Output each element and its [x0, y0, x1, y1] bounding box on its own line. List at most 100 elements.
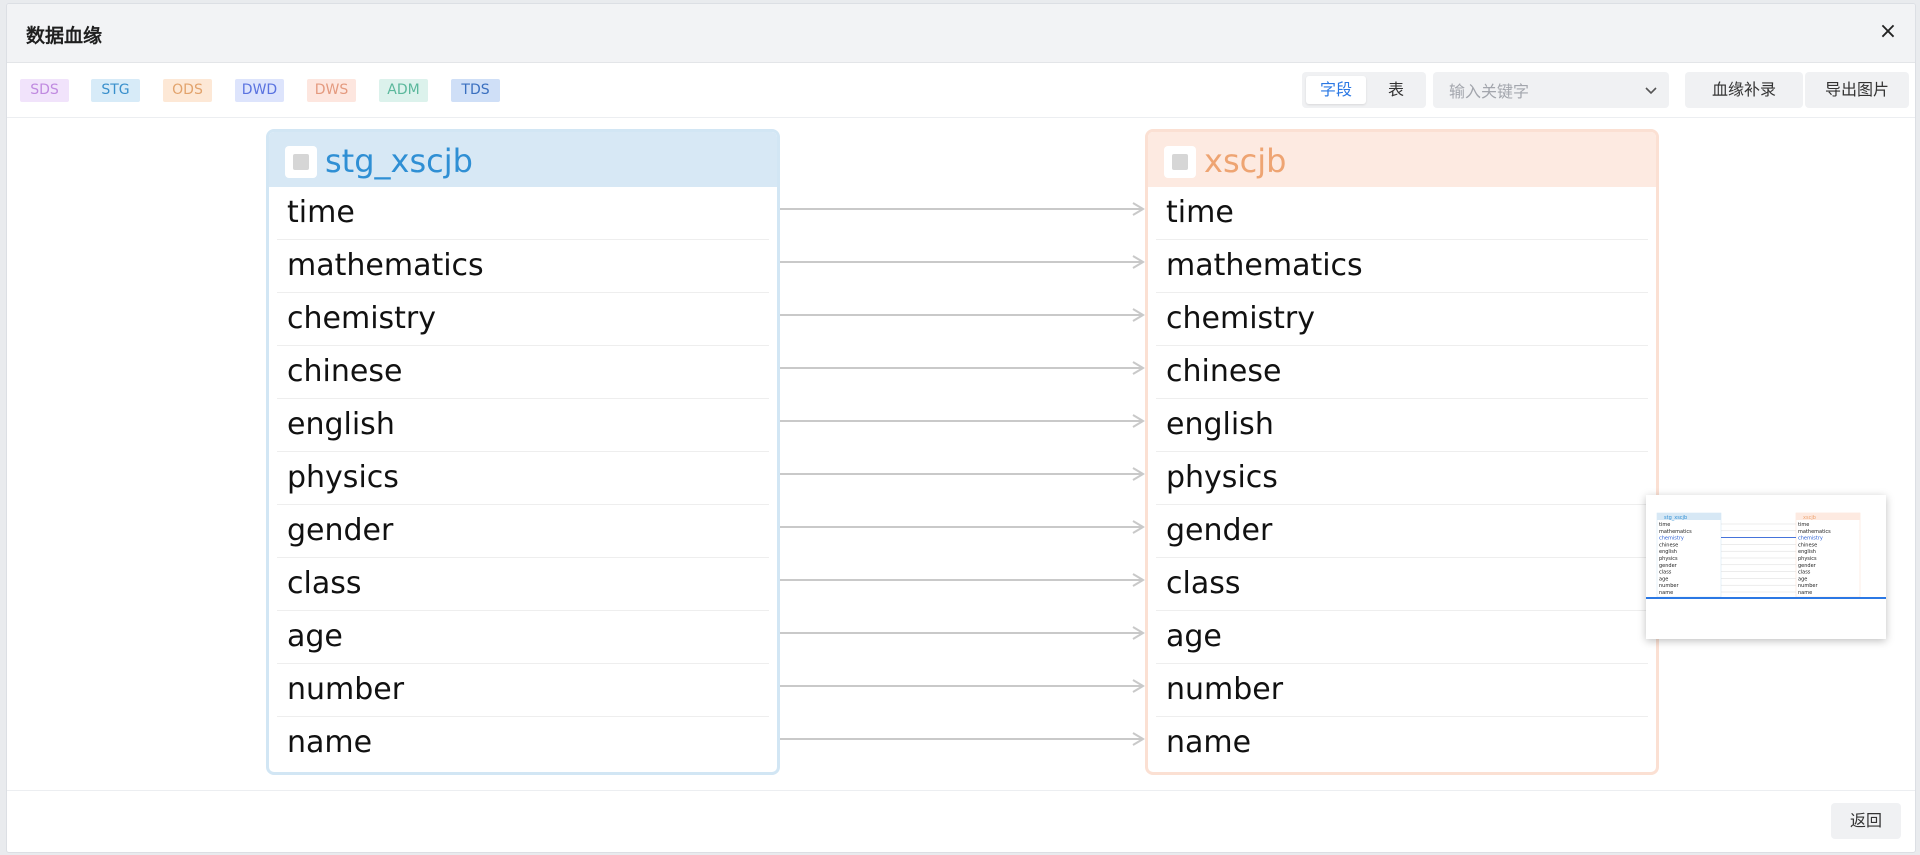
lineage-dialog: 数据血缘 × SDS STG ODS DWD DWS ADM TDS 字段 表 …: [6, 3, 1916, 853]
source-field-row[interactable]: chinese: [277, 346, 769, 399]
minimap-target-name: xscjb: [1803, 515, 1816, 521]
keyword-input[interactable]: [1447, 78, 1631, 104]
source-field-label: name: [287, 725, 373, 760]
target-field-label: time: [1166, 195, 1234, 230]
minimap-source-field: number: [1659, 583, 1679, 589]
source-field-label: class: [287, 566, 362, 601]
view-mode-toggle: 字段 表: [1302, 72, 1426, 108]
target-field-row[interactable]: mathematics: [1156, 240, 1648, 293]
close-icon[interactable]: ×: [1877, 21, 1899, 43]
minimap-source-field: age: [1659, 576, 1668, 582]
target-table-checkbox[interactable]: [1164, 146, 1196, 178]
target-field-row[interactable]: time: [1156, 187, 1648, 240]
minimap-target-field: number: [1798, 583, 1818, 589]
target-field-label: chemistry: [1166, 301, 1316, 336]
source-field-list: time mathematics chemistry chinese english ph…: [269, 187, 777, 769]
minimap-target-field: physics: [1798, 556, 1817, 562]
source-field-label: mathematics: [287, 248, 484, 283]
minimap-source-field: name: [1659, 590, 1673, 596]
minimap[interactable]: stg_xscjb xscjb time time mathematics mathema…: [1646, 495, 1886, 639]
minimap-source-field: time: [1659, 522, 1670, 528]
source-field-label: chinese: [287, 354, 403, 389]
target-field-row[interactable]: class: [1156, 558, 1648, 611]
source-field-row[interactable]: mathematics: [277, 240, 769, 293]
layer-tag-ods[interactable]: ODS: [163, 79, 212, 102]
back-button[interactable]: 返回: [1831, 803, 1901, 839]
target-field-label: age: [1166, 619, 1222, 654]
source-table-checkbox[interactable]: [285, 146, 317, 178]
source-field-row[interactable]: age: [277, 611, 769, 664]
source-table-name: stg_xscjb: [325, 142, 473, 180]
target-field-label: english: [1166, 407, 1274, 442]
minimap-target-field: gender: [1798, 563, 1817, 569]
minimap-target-field: chinese: [1798, 542, 1817, 548]
target-field-row[interactable]: english: [1156, 399, 1648, 452]
minimap-target-field: age: [1798, 576, 1807, 582]
minimap-target-field: english: [1798, 549, 1816, 555]
target-field-row[interactable]: physics: [1156, 452, 1648, 505]
minimap-source-field: chinese: [1659, 542, 1678, 548]
target-field-row[interactable]: age: [1156, 611, 1648, 664]
target-field-label: physics: [1166, 460, 1278, 495]
dialog-header: 数据血缘 ×: [7, 4, 1915, 63]
source-field-row[interactable]: chemistry: [277, 293, 769, 346]
source-field-label: english: [287, 407, 395, 442]
minimap-target-field: name: [1798, 590, 1812, 596]
target-table-header: xscjb: [1148, 132, 1656, 187]
target-field-label: chinese: [1166, 354, 1282, 389]
minimap-target-field: time: [1798, 522, 1809, 528]
source-field-label: time: [287, 195, 355, 230]
target-field-list: time mathematics chemistry chinese english ph…: [1148, 187, 1656, 769]
source-field-row[interactable]: time: [277, 187, 769, 240]
source-field-row[interactable]: number: [277, 664, 769, 717]
minimap-source-field: gender: [1659, 563, 1678, 569]
lineage-canvas[interactable]: stg_xscjb time mathematics chemistry chines…: [7, 118, 1915, 790]
minimap-source-name: stg_xscjb: [1664, 515, 1687, 521]
dialog-footer: 返回: [7, 790, 1915, 852]
layer-tag-adm[interactable]: ADM: [379, 79, 428, 102]
minimap-target-field: chemistry: [1798, 536, 1823, 542]
target-field-row[interactable]: chemistry: [1156, 293, 1648, 346]
export-image-button[interactable]: 导出图片: [1805, 72, 1909, 108]
target-field-label: gender: [1166, 513, 1273, 548]
keyword-select[interactable]: [1433, 72, 1669, 108]
layer-tag-stg[interactable]: STG: [91, 79, 140, 102]
minimap-viewport-indicator: [1646, 597, 1886, 599]
minimap-target-field: class: [1798, 570, 1811, 576]
target-field-label: name: [1166, 725, 1252, 760]
minimap-source-field: class: [1659, 570, 1672, 576]
minimap-target-field: mathematics: [1798, 529, 1831, 535]
lineage-supplement-button[interactable]: 血缘补录: [1685, 72, 1803, 108]
target-field-row[interactable]: gender: [1156, 505, 1648, 558]
target-field-row[interactable]: name: [1156, 717, 1648, 769]
dialog-title: 数据血缘: [26, 25, 103, 47]
source-field-row[interactable]: name: [277, 717, 769, 769]
source-table-node[interactable]: stg_xscjb time mathematics chemistry chines…: [266, 129, 780, 775]
target-field-label: number: [1166, 672, 1284, 707]
toolbar: SDS STG ODS DWD DWS ADM TDS 字段 表 血缘补录 导出…: [7, 63, 1915, 118]
target-field-row[interactable]: number: [1156, 664, 1648, 717]
source-field-row[interactable]: physics: [277, 452, 769, 505]
source-field-label: age: [287, 619, 343, 654]
source-field-label: chemistry: [287, 301, 437, 336]
chevron-down-icon[interactable]: [1643, 82, 1659, 98]
source-field-row[interactable]: english: [277, 399, 769, 452]
target-field-label: mathematics: [1166, 248, 1363, 283]
mode-field-button[interactable]: 字段: [1306, 76, 1366, 104]
layer-tag-dws[interactable]: DWS: [307, 79, 356, 102]
target-field-label: class: [1166, 566, 1241, 601]
source-field-label: number: [287, 672, 405, 707]
minimap-source-field: chemistry: [1659, 536, 1684, 542]
source-field-row[interactable]: class: [277, 558, 769, 611]
target-field-row[interactable]: chinese: [1156, 346, 1648, 399]
mode-table-button[interactable]: 表: [1372, 76, 1420, 104]
layer-tag-dwd[interactable]: DWD: [235, 79, 284, 102]
minimap-source-field: mathematics: [1659, 529, 1692, 535]
minimap-preview: stg_xscjb xscjbtime timemathematics mathema…: [1646, 512, 1886, 599]
source-field-label: physics: [287, 460, 399, 495]
layer-tag-sds[interactable]: SDS: [20, 79, 69, 102]
source-field-row[interactable]: gender: [277, 505, 769, 558]
layer-tag-tds[interactable]: TDS: [451, 79, 500, 102]
target-table-node[interactable]: xscjb time mathematics chemistry chinese eng…: [1145, 129, 1659, 775]
target-table-name: xscjb: [1204, 142, 1287, 180]
